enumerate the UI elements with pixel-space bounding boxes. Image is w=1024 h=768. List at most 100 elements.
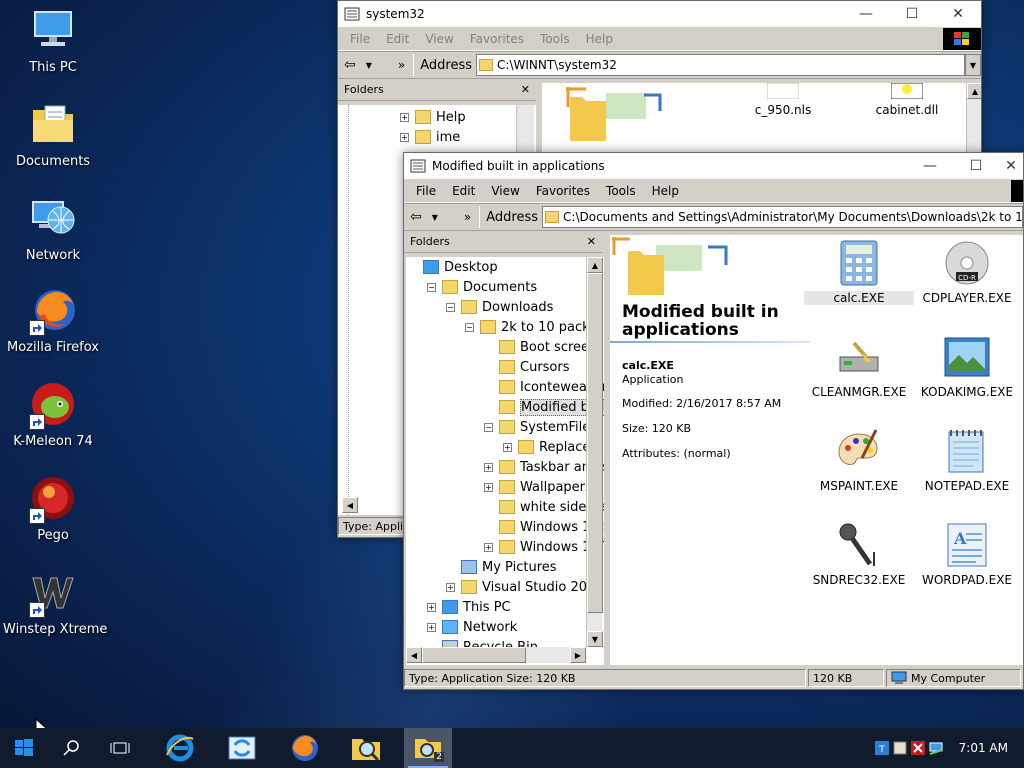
close-icon[interactable]: ✕ (587, 235, 596, 248)
scroll-thumb[interactable] (422, 647, 526, 663)
close-button[interactable]: ✕ (935, 1, 981, 27)
file-item-wordpad[interactable]: A WORDPAD.EXE (912, 521, 1022, 587)
desktop-icon-winstep[interactable]: Winstep Xtreme (3, 568, 107, 637)
menu-favorites[interactable]: Favorites (528, 184, 598, 198)
menu-file[interactable]: File (408, 184, 444, 198)
tree-item[interactable]: + This PC (406, 597, 586, 617)
back-button[interactable]: ⇦ ▼ (404, 206, 444, 228)
collapse-icon[interactable]: − (465, 322, 474, 332)
expand-icon[interactable]: + (427, 602, 436, 612)
scroll-up-button[interactable]: ▲ (967, 83, 981, 99)
menu-help[interactable]: Help (578, 32, 621, 46)
tree-item[interactable]: +Windows 10 The (406, 537, 604, 557)
tree-item[interactable]: + Visual Studio 2005 (406, 577, 604, 597)
tree-horizontal-scrollbar[interactable]: ◀ ▶ (406, 647, 586, 663)
back-button[interactable]: ⇦ ▼ (338, 54, 378, 76)
tree-item[interactable]: +Taskbar and sta (406, 457, 604, 477)
tree-item[interactable]: − Downloads (406, 297, 586, 317)
menu-tools[interactable]: Tools (598, 184, 644, 198)
expand-icon[interactable]: + (484, 542, 493, 552)
expand-icon[interactable]: + (484, 482, 493, 492)
scroll-thumb[interactable] (587, 273, 603, 613)
tree-item[interactable]: + Replacer (406, 437, 596, 457)
desktop-icon-network[interactable]: Network (3, 194, 103, 263)
menu-tools[interactable]: Tools (532, 32, 578, 46)
content-vertical-scrollbar[interactable]: ▲ (966, 83, 981, 153)
menu-view[interactable]: View (483, 184, 527, 198)
taskbar-internet-explorer[interactable] (156, 728, 204, 768)
collapse-icon[interactable]: − (484, 422, 493, 432)
tree-item[interactable]: Cursors (406, 357, 586, 377)
close-icon[interactable]: ✕ (521, 83, 530, 96)
file-item-cdplayer[interactable]: CD-R CDPLAYER.EXE (912, 239, 1022, 305)
scroll-down-button[interactable]: ▼ (587, 631, 603, 647)
title-bar[interactable]: Modified built in applications — ☐ ✕ (404, 153, 1023, 179)
search-button[interactable] (48, 728, 96, 768)
tree-item[interactable]: − 2k to 10 pack (406, 317, 590, 337)
file-item-notepad[interactable]: NOTEPAD.EXE (912, 427, 1022, 493)
collapse-icon[interactable]: − (427, 282, 436, 292)
tree-item[interactable]: Desktop (406, 257, 586, 277)
file-item[interactable]: c_950.nls (728, 83, 838, 117)
address-dropdown-button[interactable]: ▼ (965, 54, 981, 76)
menu-view[interactable]: View (417, 32, 461, 46)
maximize-button[interactable]: ☐ (889, 1, 935, 27)
menu-favorites[interactable]: Favorites (462, 32, 532, 46)
tree-vertical-scrollbar[interactable]: ▲ ▼ (586, 257, 603, 647)
clock[interactable]: 7:01 AM (959, 741, 1008, 755)
file-item-calc[interactable]: calc.EXE (804, 239, 914, 305)
tray-network-icon[interactable] (929, 741, 943, 755)
start-button[interactable] (0, 728, 48, 768)
desktop-icon-pego[interactable]: Pego (3, 474, 103, 543)
menu-help[interactable]: Help (644, 184, 687, 198)
taskbar-sync-app[interactable] (218, 728, 266, 768)
tree-item[interactable]: − SystemFiles (406, 417, 597, 437)
scroll-left-button[interactable]: ◀ (342, 497, 358, 513)
desktop-icon-this-pc[interactable]: This PC (3, 6, 103, 75)
tree-item[interactable]: Iconteweaker (406, 377, 604, 397)
tree-item[interactable]: + Wallpapers (406, 477, 592, 497)
desktop-icon-k-meleon[interactable]: K-Meleon 74 (3, 380, 103, 449)
tray-app-icon[interactable]: T (874, 741, 889, 755)
taskbar-firefox[interactable] (280, 728, 328, 768)
tree-item[interactable]: Boot screen (406, 337, 597, 357)
file-item-sndrec32[interactable]: SNDREC32.EXE (804, 521, 914, 587)
expand-icon[interactable]: + (503, 442, 512, 452)
minimize-button[interactable]: — (843, 1, 889, 27)
tree-item[interactable]: + Network (406, 617, 586, 637)
modified-apps-window[interactable]: Modified built in applications — ☐ ✕ Fil… (403, 152, 1024, 690)
tree-item[interactable]: Windows 10 So (406, 517, 604, 537)
menu-edit[interactable]: Edit (378, 32, 417, 46)
scroll-left-button[interactable]: ◀ (406, 647, 422, 663)
file-item[interactable]: cabinet.dll (852, 83, 962, 117)
desktop-icon-documents[interactable]: Documents (3, 100, 103, 169)
tree-item-ime[interactable]: + ime (400, 127, 460, 147)
expand-icon[interactable]: + (446, 582, 455, 592)
toolbar-chevron-icon[interactable]: » (464, 210, 471, 224)
scroll-up-button[interactable]: ▲ (587, 257, 603, 273)
minimize-button[interactable]: — (907, 153, 953, 179)
menu-edit[interactable]: Edit (444, 184, 483, 198)
collapse-icon[interactable]: − (446, 302, 455, 312)
file-item-kodakimg[interactable]: KODAKIMG.EXE (912, 333, 1022, 399)
toolbar-chevron-icon[interactable]: » (398, 58, 405, 72)
title-bar[interactable]: system32 — ☐ ✕ (338, 1, 981, 27)
taskbar-search-explorer[interactable] (342, 728, 390, 768)
tree-item[interactable]: white side pane (406, 497, 604, 517)
address-input[interactable]: C:\WINNT\system32 (476, 54, 965, 76)
desktop-icon-firefox[interactable]: Mozilla Firefox (3, 286, 103, 355)
scroll-right-button[interactable]: ▶ (570, 647, 586, 663)
taskbar-explorer-windows[interactable]: 2 (404, 728, 452, 768)
address-input[interactable]: C:\Documents and Settings\Administrator\… (542, 206, 1023, 228)
tree-item[interactable]: Modified built in (406, 397, 604, 417)
expand-icon[interactable]: + (427, 622, 436, 632)
file-item-mspaint[interactable]: MSPAINT.EXE (804, 427, 914, 493)
maximize-button[interactable]: ☐ (953, 153, 999, 179)
tree-item[interactable]: − Documents (406, 277, 586, 297)
tray-security-icon[interactable] (910, 741, 925, 755)
task-view-button[interactable] (96, 728, 144, 768)
menu-file[interactable]: File (342, 32, 378, 46)
close-button[interactable]: ✕ (999, 153, 1023, 179)
tray-doc-icon[interactable] (893, 741, 907, 755)
tree-item-help[interactable]: + Help (400, 107, 466, 127)
